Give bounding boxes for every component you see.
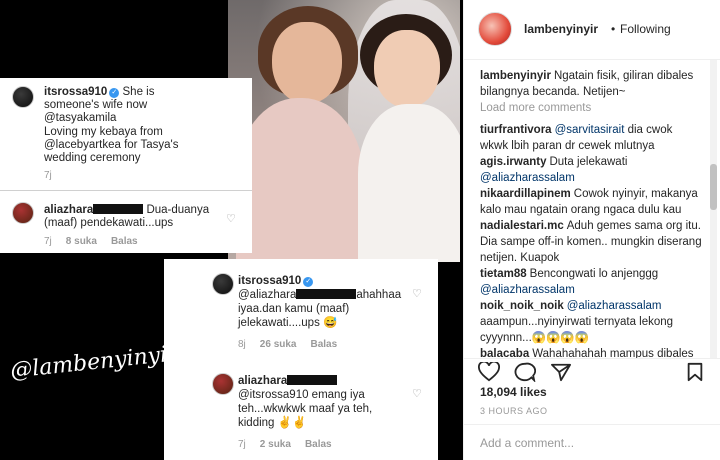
comment-text-line: Loving my kebaya from xyxy=(44,126,163,138)
mention-link[interactable]: @aliazharassalam xyxy=(567,300,662,312)
comment-input[interactable]: Add a comment... xyxy=(480,436,574,450)
list-item: noik_noik_noik @aliazharassalam aaampun..… xyxy=(480,300,674,344)
caption: lambenyinyir Ngatain fisik, giliran dibal… xyxy=(480,70,694,98)
action-bar xyxy=(464,358,720,388)
comment-text-line: @aliazhara ahahhaa xyxy=(238,289,402,301)
comment-text-line: iyaa.dan kamu (maaf) xyxy=(238,303,350,315)
instagram-post-view: itsrossa910 ✓ She is someone's wife now @… xyxy=(0,0,720,460)
heart-icon[interactable]: ♡ xyxy=(226,212,236,225)
avatar xyxy=(212,373,234,395)
header-username[interactable]: lambenyinyir xyxy=(524,22,598,36)
mention-link[interactable]: @aliazharassalam xyxy=(480,172,575,184)
share-icon[interactable] xyxy=(550,362,572,388)
scrollbar-thumb[interactable] xyxy=(710,164,717,210)
screenshot-comment-card-2: itsrossa910 ✓ @aliazhara ahahhaa iyaa.dan … xyxy=(164,259,438,460)
reply-meta: 7j 2 suka Balas xyxy=(238,439,332,450)
avatar[interactable] xyxy=(478,12,512,46)
watermark: @lambenyinyir xyxy=(9,341,179,384)
reply-text-line: kidding ✌✌ xyxy=(238,417,307,429)
heart-icon[interactable]: ♡ xyxy=(412,387,422,400)
reply-button[interactable]: Balas xyxy=(111,236,138,247)
heart-icon[interactable]: ♡ xyxy=(412,287,422,300)
avatar xyxy=(12,86,34,108)
comment-text-line: someone's wife now xyxy=(44,99,148,111)
screenshot-comment-card-1: itsrossa910 ✓ She is someone's wife now @… xyxy=(0,78,252,253)
post-sidebar: lambenyinyir • Following lambenyinyir Nga… xyxy=(463,0,720,460)
reply-text: aliazhara Dua-duanya xyxy=(44,204,210,216)
post-header: lambenyinyir • Following xyxy=(464,0,720,60)
list-item: agis.irwanty Duta jelekawati @aliazharass… xyxy=(480,156,628,184)
comment-time: 7j xyxy=(44,170,52,181)
separator-dot: • xyxy=(611,22,616,36)
mention-link[interactable]: @tasyakamila xyxy=(44,112,116,125)
reply-button[interactable]: Balas xyxy=(311,339,338,350)
bookmark-icon[interactable] xyxy=(686,362,704,388)
reply-text-line: teh...wkwkwk maaf ya teh, xyxy=(238,403,373,415)
load-more-comments-button[interactable]: Load more comments xyxy=(480,102,591,114)
list-item: tietam88 Bencongwati lo anjenggg @aliazha… xyxy=(480,268,659,296)
comment-text-line: wedding ceremony xyxy=(44,152,141,164)
verified-badge-icon: ✓ xyxy=(109,88,120,98)
post-image: itsrossa910 ✓ She is someone's wife now @… xyxy=(0,0,463,460)
comments-list[interactable]: lambenyinyir Ngatain fisik, giliran dibal… xyxy=(464,60,720,358)
list-item: nadialestari.mc Aduh gemes sama org itu. … xyxy=(480,220,702,264)
comment-text-line: @lacebyartkea for Tasya's xyxy=(44,139,179,151)
verified-badge-icon: ✓ xyxy=(303,277,314,287)
reply-button[interactable]: Balas xyxy=(305,439,332,450)
comment-meta: 8j 26 suka Balas xyxy=(238,339,338,350)
caption-username[interactable]: lambenyinyir xyxy=(480,70,551,82)
redaction-bar xyxy=(93,204,144,214)
likes-count[interactable]: 18,094 likes xyxy=(480,385,547,399)
add-comment-box[interactable]: Add a comment... xyxy=(464,424,720,460)
list-item: nikaardillapinem Cowok nyinyir, makanya k… xyxy=(480,188,698,216)
follow-status-button[interactable]: Following xyxy=(620,22,671,36)
mention-link[interactable]: @aliazharassalam xyxy=(480,284,575,296)
redaction-bar xyxy=(296,289,357,299)
comment-text-line: jelekawati....ups 😅 xyxy=(238,317,338,329)
comment-text: itsrossa910 ✓ xyxy=(238,275,314,288)
mention-link[interactable]: @sarvitasirait xyxy=(555,124,625,136)
avatar xyxy=(12,202,34,224)
comment-text: itsrossa910 ✓ She is xyxy=(44,86,155,98)
wedding-photo xyxy=(228,0,460,262)
scrollbar[interactable] xyxy=(710,60,717,358)
list-item: tiurfrantivora @sarvitasirait dia cwok wk… xyxy=(480,124,673,152)
list-item: balacaba Wahahahahah mampus dibales xyxy=(480,348,694,358)
reply-meta: 7j 8 suka Balas xyxy=(44,236,138,247)
reply-text: aliazhara xyxy=(238,375,338,388)
avatar xyxy=(212,273,234,295)
redaction-bar xyxy=(287,375,338,385)
reply-text-line: (maaf) pendekawati...ups xyxy=(44,217,174,229)
post-timestamp: 3 HOURS AGO xyxy=(480,406,548,416)
reply-text-line: @itsrossa910 emang iya xyxy=(238,389,365,401)
